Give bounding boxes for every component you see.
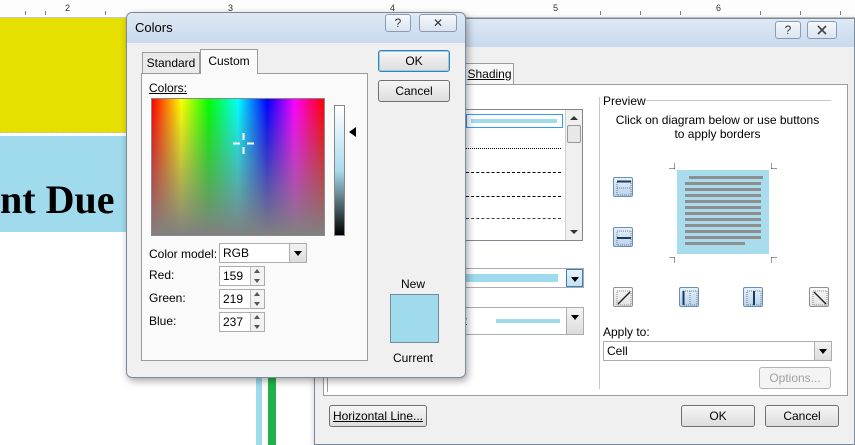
close-button[interactable]: ✕ (419, 14, 457, 32)
color-model-value: RGB (223, 246, 250, 260)
diagonal-up-border-icon (616, 290, 632, 306)
color-model-label: Color model: (149, 247, 218, 261)
selected-style-item[interactable] (466, 114, 563, 128)
tab-shading-label: Shading (467, 67, 512, 81)
border-width-dropdown[interactable]: pt (453, 307, 584, 335)
scroll-up-icon[interactable] (566, 112, 582, 124)
style-list-scrollbar[interactable] (565, 110, 582, 240)
colors-label: Colors: (149, 81, 188, 95)
tab-shading[interactable]: Shading (465, 63, 514, 84)
inside-horizontal-border-icon (616, 230, 632, 246)
help-button[interactable]: ? (385, 14, 411, 32)
tab-standard[interactable]: Standard (142, 52, 200, 73)
cancel-button[interactable]: Cancel (765, 405, 839, 427)
new-color-label: New (401, 277, 426, 291)
apply-to-value: Cell (607, 344, 628, 358)
green-label: Green: (149, 291, 186, 305)
style-dash-dot[interactable] (466, 218, 561, 219)
style-dash-small[interactable] (466, 196, 561, 197)
diagonal-down-border-button[interactable] (613, 287, 633, 307)
apply-to-dropdown[interactable]: Cell (603, 341, 832, 361)
preview-hint: Click on diagram below or use buttons to… (615, 113, 820, 141)
table-cell-yellow (0, 18, 130, 133)
colors-dialog-titlebar: Colors ? ✕ (127, 13, 465, 43)
blue-spinner[interactable]: 237 (219, 312, 265, 332)
help-icon: ? (394, 16, 402, 30)
ok-button[interactable]: OK (378, 50, 450, 72)
middle-border-button[interactable] (613, 227, 633, 247)
colors-dialog-title: Colors (135, 20, 173, 35)
luminance-pointer-icon[interactable] (349, 127, 356, 137)
red-stepper-icon[interactable] (250, 267, 264, 285)
preview-rule (645, 100, 831, 101)
color-spectrum-picker[interactable] (151, 98, 325, 236)
border-preview-diagram[interactable] (677, 170, 769, 254)
tab-custom[interactable]: Custom (200, 49, 258, 74)
inside-vertical-border-icon (746, 290, 762, 306)
horizontal-line-label: Horizontal Line... (332, 409, 424, 423)
help-button[interactable]: ? (775, 21, 801, 39)
top-border-icon (616, 180, 632, 196)
color-preview-swatch (390, 294, 439, 343)
style-dotted[interactable] (466, 148, 561, 149)
blue-label: Blue: (149, 314, 177, 328)
border-color-dropdown[interactable] (453, 268, 584, 288)
red-spinner[interactable]: 159 (219, 266, 265, 286)
ruler-number: 6 (716, 3, 722, 13)
crop-mark-icon (771, 163, 777, 169)
table-border-blue (256, 378, 262, 445)
chevron-down-icon[interactable] (814, 342, 831, 360)
apply-to-label: Apply to: (603, 325, 650, 339)
left-border-button[interactable] (679, 287, 699, 307)
inside-vertical-border-button[interactable] (743, 287, 763, 307)
crosshair-icon[interactable] (233, 133, 254, 154)
close-button[interactable] (807, 21, 837, 39)
help-icon: ? (784, 23, 792, 37)
color-model-dropdown[interactable]: RGB (219, 243, 307, 263)
close-icon (817, 25, 827, 35)
options-button[interactable]: Options... (759, 367, 831, 389)
style-dashed[interactable] (466, 172, 561, 173)
ok-button[interactable]: OK (681, 405, 755, 427)
cancel-button[interactable]: Cancel (378, 80, 450, 102)
red-value: 159 (223, 269, 244, 283)
blue-stepper-icon[interactable] (250, 313, 264, 331)
chevron-down-icon[interactable] (566, 308, 583, 334)
diagonal-up-border-button[interactable] (809, 287, 829, 307)
preview-separator (599, 97, 600, 389)
scroll-thumb[interactable] (567, 125, 581, 143)
scroll-down-icon[interactable] (566, 226, 582, 238)
crop-mark-icon (669, 163, 675, 169)
chevron-down-icon[interactable] (566, 269, 583, 287)
top-border-button[interactable] (613, 177, 633, 197)
ruler-number: 5 (553, 3, 559, 13)
horizontal-line-button[interactable]: Horizontal Line... (329, 405, 427, 427)
green-stepper-icon[interactable] (250, 290, 264, 308)
left-border-icon (682, 290, 698, 306)
preview-label: Preview (603, 94, 646, 108)
luminance-slider[interactable] (334, 105, 345, 236)
green-spinner[interactable]: 219 (219, 289, 265, 309)
document-heading: nt Due (0, 177, 115, 222)
ruler-number: 2 (65, 3, 71, 13)
colors-dialog: Colors ? ✕ Standard Custom Colors: Color… (126, 12, 466, 378)
crop-mark-icon (771, 257, 777, 263)
close-icon: ✕ (432, 16, 444, 30)
crop-mark-icon (669, 257, 675, 263)
chevron-down-icon[interactable] (289, 244, 306, 262)
table-border-green (268, 370, 276, 445)
red-label: Red: (149, 268, 175, 282)
green-value: 219 (223, 292, 244, 306)
current-color-label: Current (393, 351, 434, 365)
diagonal-down-border-icon (812, 290, 828, 306)
blue-value: 237 (223, 315, 244, 329)
